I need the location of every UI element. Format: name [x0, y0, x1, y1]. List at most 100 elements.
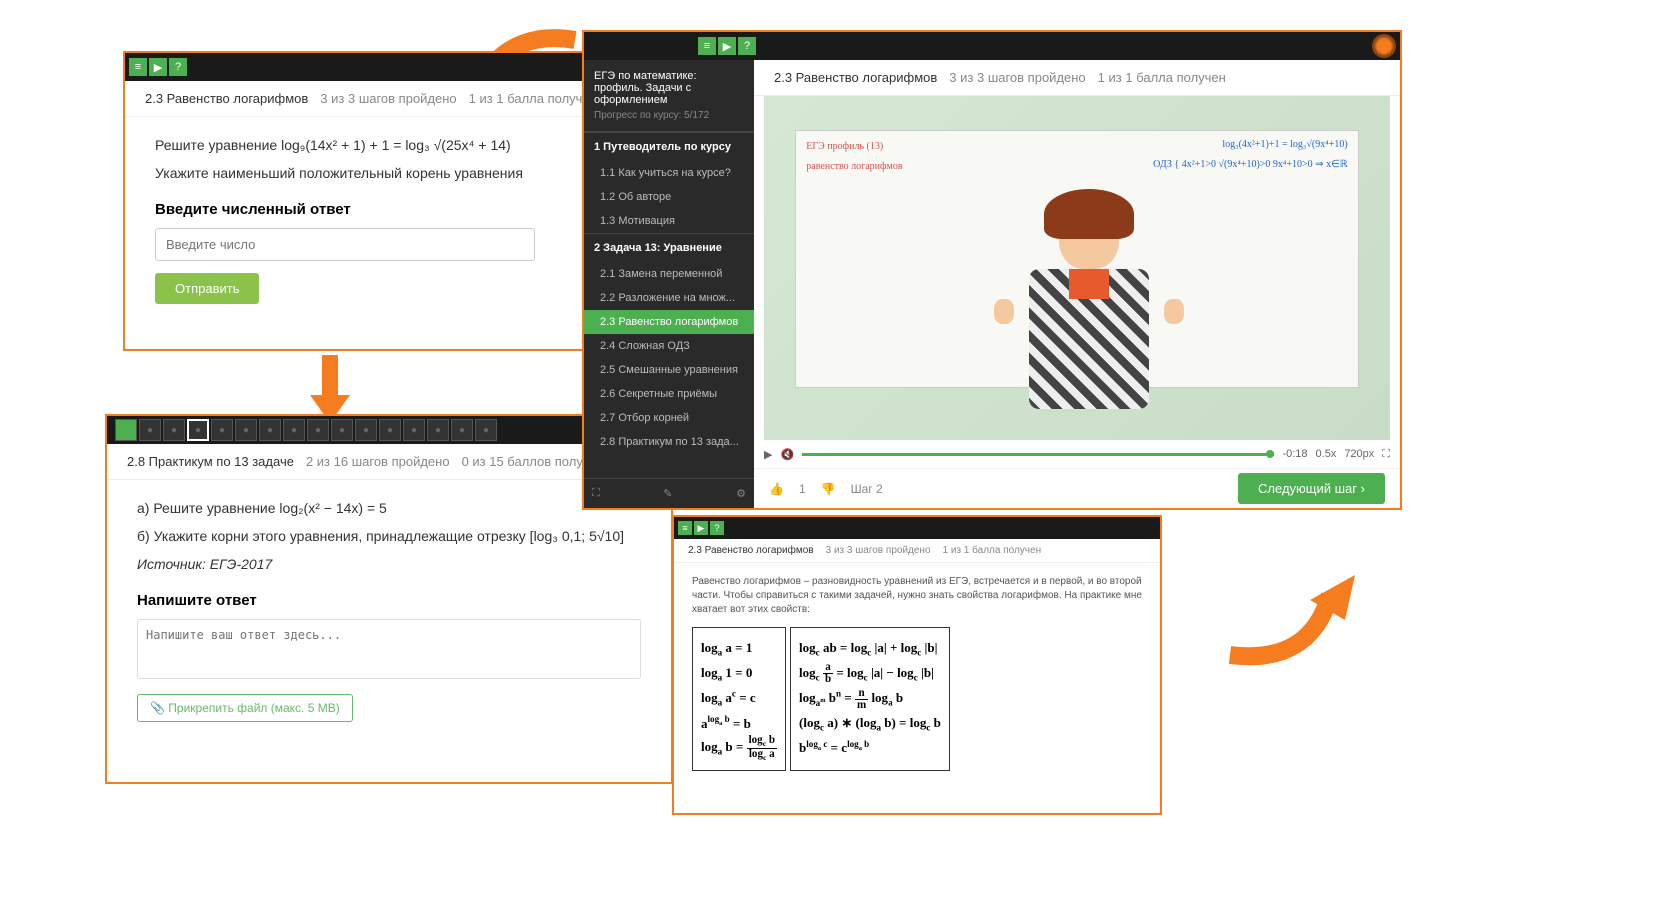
intro-text: Равенство логарифмов – разновидность ура…: [692, 575, 1142, 617]
course-sidebar: ЕГЭ по математике: профиль. Задачи с офо…: [584, 60, 754, 508]
attach-label: Прикрепить файл (макс. 5 MB): [168, 701, 339, 715]
like-count: 1: [799, 482, 806, 496]
question-a: а) Решите уравнение log₂(x² − 14x) = 5: [137, 500, 641, 516]
next-step-button[interactable]: Следующий шаг ›: [1238, 473, 1385, 504]
course-header: ЕГЭ по математике: профиль. Задачи с офо…: [584, 60, 754, 132]
resolution[interactable]: 720px: [1344, 448, 1374, 460]
step[interactable]: ●: [163, 419, 185, 441]
attach-button[interactable]: 📎 Прикрепить файл (макс. 5 MB): [137, 694, 353, 722]
steps-status: 2 из 16 шагов пройдено: [306, 454, 450, 469]
sidebar-item[interactable]: 2.7 Отбор корней: [584, 406, 754, 430]
owl-logo-icon: [1372, 34, 1396, 58]
question-b: б) Укажите корни этого уравнения, принад…: [137, 528, 641, 544]
formula: bloga c = cloga b: [799, 736, 941, 760]
play-icon[interactable]: ▶: [718, 37, 736, 55]
help-icon[interactable]: ?: [169, 58, 187, 76]
settings-icon[interactable]: ⚙: [736, 487, 746, 500]
sidebar-item[interactable]: 2.2 Разложение на множ...: [584, 286, 754, 310]
play-icon[interactable]: ▶: [149, 58, 167, 76]
playback-speed[interactable]: 0.5x: [1316, 448, 1337, 460]
sidebar-item[interactable]: 1.1 Как учиться на курсе?: [584, 161, 754, 185]
sidebar-item[interactable]: 1.3 Мотивация: [584, 209, 754, 233]
step[interactable]: ●: [451, 419, 473, 441]
step[interactable]: ●: [259, 419, 281, 441]
video-player[interactable]: ЕГЭ профиль (13) равенство логарифмов lo…: [764, 96, 1390, 440]
sidebar-section-1: 1 Путеводитель по курсу: [584, 132, 754, 161]
sidebar-item[interactable]: 2.5 Смешанные уравнения: [584, 358, 754, 382]
footer-bar: 👍 1 👎 Шаг 2 Следующий шаг ›: [754, 468, 1400, 508]
instructor: [1014, 199, 1164, 440]
theory-panel: ≡ ▶ ? 2.3 Равенство логарифмов 3 из 3 ша…: [672, 515, 1162, 815]
video-header: 2.3 Равенство логарифмов 3 из 3 шагов пр…: [754, 60, 1400, 96]
step[interactable]: ●: [235, 419, 257, 441]
step[interactable]: ●: [403, 419, 425, 441]
step[interactable]: ●: [379, 419, 401, 441]
mute-icon[interactable]: 🔇: [780, 448, 794, 461]
sidebar-footer: ⛶ ✎ ⚙: [584, 478, 754, 508]
formula: loga b = logc blogc a: [701, 735, 777, 762]
fullscreen-icon[interactable]: ⛶: [592, 487, 600, 500]
topbar: ≡ ▶ ?: [674, 517, 1160, 539]
step-indicator: ● ● ● ● ● ● ● ● ● ● ● ● ● ● ●: [111, 415, 501, 445]
submit-button[interactable]: Отправить: [155, 273, 259, 304]
header: 2.3 Равенство логарифмов 3 из 3 шагов пр…: [674, 539, 1160, 563]
nav-icon[interactable]: ≡: [129, 58, 147, 76]
question-line-1: Решите уравнение log₉(14x² + 1) + 1 = lo…: [155, 137, 641, 153]
course-progress: Прогресс по курсу: 5/172: [594, 110, 744, 121]
wb-line: равенство логарифмов: [806, 161, 902, 172]
wb-line: ЕГЭ профиль (13): [806, 141, 883, 152]
formula: logc ab = logc |a| + logc |b|: [799, 636, 941, 661]
answer-label: Введите численный ответ: [155, 201, 641, 218]
sidebar-item-active[interactable]: 2.3 Равенство логарифмов: [584, 310, 754, 334]
step-label: Шаг 2: [851, 482, 883, 496]
thumbs-up-icon[interactable]: 👍: [769, 482, 784, 496]
play-icon[interactable]: ▶: [764, 448, 772, 461]
course-title: ЕГЭ по математике: профиль. Задачи с офо…: [594, 70, 744, 106]
source: Источник: ЕГЭ-2017: [137, 556, 641, 572]
formula: loga 1 = 0: [701, 661, 777, 686]
score-status: 1 из 1 балла получен: [943, 545, 1042, 556]
thumbs-down-icon[interactable]: 👎: [821, 482, 836, 496]
sidebar-item[interactable]: 1.2 Об авторе: [584, 185, 754, 209]
sidebar-section-2: 2 Задача 13: Уравнение: [584, 233, 754, 262]
sidebar-item[interactable]: 2.6 Секретные приёмы: [584, 382, 754, 406]
formula-col-2: logc ab = logc |a| + logc |b| logc ab = …: [790, 627, 950, 771]
nav-icon[interactable]: ≡: [678, 521, 692, 535]
video-controls: ▶ 🔇 -0:18 0.5x 720px ⛶: [754, 440, 1400, 468]
question-line-2: Укажите наименьший положительный корень …: [155, 165, 641, 181]
play-icon[interactable]: ▶: [694, 521, 708, 535]
score-status: 1 из 1 балла получен: [1098, 70, 1226, 85]
arrow-up-icon: [1210, 555, 1360, 675]
step[interactable]: ●: [307, 419, 329, 441]
sidebar-item[interactable]: 2.4 Сложная ОДЗ: [584, 334, 754, 358]
sidebar-item[interactable]: 2.8 Практикум по 13 зада...: [584, 430, 754, 454]
help-icon[interactable]: ?: [738, 37, 756, 55]
help-icon[interactable]: ?: [710, 521, 724, 535]
step[interactable]: ●: [355, 419, 377, 441]
formula: aloga b = b: [701, 711, 777, 735]
step[interactable]: ●: [427, 419, 449, 441]
video-progress[interactable]: [802, 453, 1274, 456]
step[interactable]: ●: [139, 419, 161, 441]
step-done[interactable]: [115, 419, 137, 441]
score-status: 1 из 1 балла получен: [469, 91, 597, 106]
time-remaining: -0:18: [1282, 448, 1307, 460]
topbar: ≡ ▶ ?: [584, 32, 1400, 60]
wb-eq: log₃(4x²+1)+1 = log₃√(9x⁴+10): [1222, 139, 1347, 150]
wb-cond: ОДЗ { 4x²+1>0 √(9x⁴+10)>0 9x⁴+10>0 ⇒ x∈ℝ: [1153, 159, 1348, 170]
fullscreen-icon[interactable]: ⛶: [1382, 448, 1390, 461]
answer-textarea[interactable]: [137, 619, 641, 679]
nav-icon[interactable]: ≡: [698, 37, 716, 55]
answer-input[interactable]: [155, 228, 535, 261]
step[interactable]: ●: [331, 419, 353, 441]
answer-label: Напишите ответ: [137, 592, 641, 609]
formula: loga a = 1: [701, 636, 777, 661]
step[interactable]: ●: [475, 419, 497, 441]
step[interactable]: ●: [283, 419, 305, 441]
sidebar-item[interactable]: 2.1 Замена переменной: [584, 262, 754, 286]
step[interactable]: ●: [211, 419, 233, 441]
formula-col-1: loga a = 1 loga 1 = 0 loga ac = c aloga …: [692, 627, 786, 771]
step-active[interactable]: ●: [187, 419, 209, 441]
formula: logc ab = logc |a| − logc |b|: [799, 661, 941, 686]
edit-icon[interactable]: ✎: [663, 487, 672, 500]
